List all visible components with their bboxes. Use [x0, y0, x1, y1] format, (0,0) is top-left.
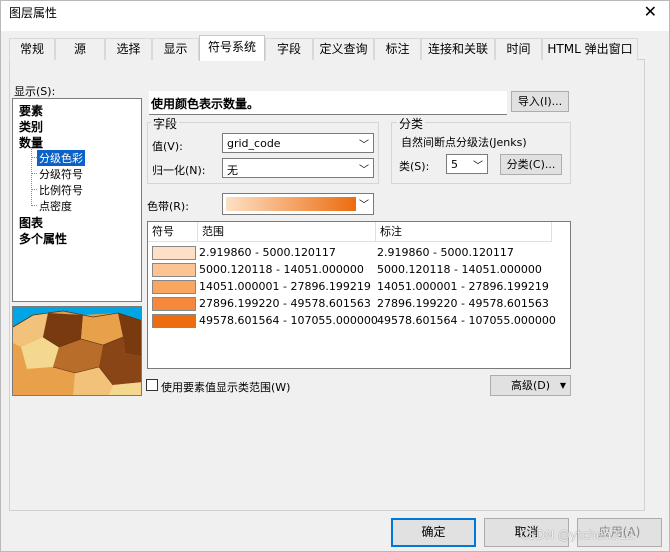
- range-cell: 2.919860 - 5000.120117: [199, 246, 336, 259]
- watermark-text: CSDN @ytchen312: [520, 528, 634, 542]
- chevron-down-icon: ﹀: [359, 200, 369, 211]
- window-title: 图层属性: [9, 6, 58, 20]
- tab-fields[interactable]: 字段: [265, 38, 313, 60]
- color-ramp-label: 色带(R):: [147, 200, 189, 213]
- tree-item-multiple-attributes[interactable]: 多个属性: [19, 230, 67, 247]
- fields-group-title: 字段: [151, 115, 180, 132]
- show-label: 显示(S):: [14, 85, 56, 98]
- tab-time[interactable]: 时间: [495, 38, 542, 60]
- range-cell: 49578.601564 - 107055.000000: [199, 314, 378, 327]
- label-cell: 14051.000001 - 27896.199219: [377, 280, 549, 293]
- symbol-swatch[interactable]: [152, 280, 196, 294]
- tab-display[interactable]: 显示: [152, 38, 199, 60]
- tab-labels[interactable]: 标注: [374, 38, 421, 60]
- color-ramp-preview: [226, 197, 356, 211]
- import-button[interactable]: 导入(I)...: [511, 91, 569, 112]
- value-label: 值(V):: [152, 140, 183, 153]
- class-table: 符号 范围 标注 2.919860 - 5000.120117 2.919860…: [147, 221, 571, 369]
- title-bar: 图层属性 ✕: [1, 1, 669, 31]
- value-field-select[interactable]: grid_code ﹀: [222, 133, 374, 153]
- show-class-ranges-label: 使用要素值显示类范围(W): [161, 381, 291, 394]
- label-cell: 2.919860 - 5000.120117: [377, 246, 514, 259]
- label-cell: 49578.601564 - 107055.000000: [377, 314, 556, 327]
- table-row[interactable]: 14051.000001 - 27896.199219 14051.000001…: [148, 279, 572, 296]
- ok-button[interactable]: 确定: [391, 518, 476, 547]
- tree-item-proportional-symbols[interactable]: 比例符号: [39, 182, 83, 198]
- column-header-label[interactable]: 标注: [376, 222, 552, 242]
- close-icon[interactable]: ✕: [644, 2, 657, 21]
- tab-general[interactable]: 常规: [9, 38, 55, 60]
- symbol-swatch[interactable]: [152, 263, 196, 277]
- chevron-down-icon: ﹀: [473, 161, 483, 172]
- tab-symbology[interactable]: 符号系统: [199, 35, 265, 61]
- description-text: 使用颜色表示数量。: [151, 97, 260, 111]
- tree-item-features[interactable]: 要素: [19, 102, 43, 119]
- chevron-down-icon: ﹀: [359, 165, 369, 176]
- table-row[interactable]: 5000.120118 - 14051.000000 5000.120118 -…: [148, 262, 572, 279]
- label-cell: 27896.199220 - 49578.601563: [377, 297, 549, 310]
- normalize-label: 归一化(N):: [152, 164, 206, 177]
- classification-method-text: 自然间断点分级法(Jenks): [401, 136, 527, 149]
- classes-label: 类(S):: [399, 160, 430, 173]
- normalize-field-select[interactable]: 无 ﹀: [222, 158, 374, 178]
- chevron-down-icon: ﹀: [359, 140, 369, 151]
- label-cell: 5000.120118 - 14051.000000: [377, 263, 542, 276]
- layer-properties-window: 图层属性 ✕ 常规 源 选择 显示 符号系统 字段 定义查询 标注 连接和关联 …: [0, 0, 670, 552]
- classes-count-select[interactable]: 5 ﹀: [446, 154, 488, 174]
- renderer-tree: 要素 类别 数量 分级色彩 分级符号 比例符号 点密度 图表 多个属性: [12, 98, 142, 302]
- table-row[interactable]: 2.919860 - 5000.120117 2.919860 - 5000.1…: [148, 245, 572, 262]
- tree-item-charts[interactable]: 图表: [19, 214, 43, 231]
- tree-item-graduated-symbols[interactable]: 分级符号: [39, 166, 83, 182]
- range-cell: 27896.199220 - 49578.601563: [199, 297, 371, 310]
- tab-strip: 常规 源 选择 显示 符号系统 字段 定义查询 标注 连接和关联 时间 HTML…: [9, 35, 639, 61]
- description-box: 使用颜色表示数量。: [149, 91, 507, 115]
- symbol-swatch[interactable]: [152, 314, 196, 328]
- tab-source[interactable]: 源: [55, 38, 105, 60]
- range-cell: 5000.120118 - 14051.000000: [199, 263, 364, 276]
- color-ramp-select[interactable]: ﹀: [222, 193, 374, 215]
- show-class-ranges-checkbox[interactable]: [146, 379, 158, 391]
- preview-map-image: [12, 306, 142, 396]
- tree-item-categories[interactable]: 类别: [19, 118, 43, 135]
- classification-group-title: 分类: [397, 115, 426, 132]
- table-row[interactable]: 27896.199220 - 49578.601563 27896.199220…: [148, 296, 572, 313]
- symbol-swatch[interactable]: [152, 246, 196, 260]
- tree-item-graduated-colors[interactable]: 分级色彩: [37, 150, 85, 166]
- tree-item-dot-density[interactable]: 点密度: [39, 198, 72, 214]
- advanced-button[interactable]: 高级(D) ▼: [490, 375, 571, 396]
- column-header-symbol[interactable]: 符号: [148, 222, 198, 242]
- tab-definition-query[interactable]: 定义查询: [313, 38, 374, 60]
- tab-selection[interactable]: 选择: [105, 38, 152, 60]
- tab-joins-relates[interactable]: 连接和关联: [421, 38, 495, 60]
- classify-button[interactable]: 分类(C)...: [500, 154, 562, 175]
- column-header-range[interactable]: 范围: [198, 222, 376, 242]
- symbol-swatch[interactable]: [152, 297, 196, 311]
- dropdown-arrow-icon: ▼: [559, 381, 566, 390]
- range-cell: 14051.000001 - 27896.199219: [199, 280, 371, 293]
- tab-html-popup[interactable]: HTML 弹出窗口: [542, 38, 638, 60]
- table-row[interactable]: 49578.601564 - 107055.000000 49578.60156…: [148, 313, 572, 330]
